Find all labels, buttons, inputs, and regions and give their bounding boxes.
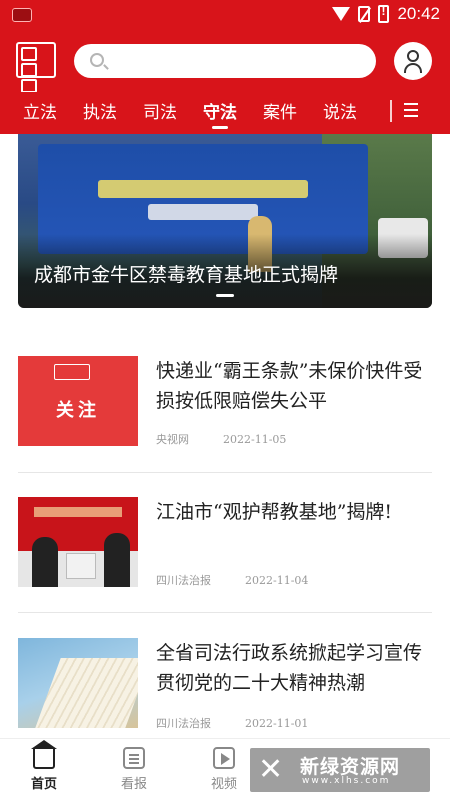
battery-alert-icon — [378, 4, 390, 23]
logo-mark-icon — [54, 364, 90, 380]
news-title[interactable]: 江油市“观护帮教基地”揭牌! — [156, 497, 432, 527]
tab-sifa[interactable]: 司法 — [138, 98, 182, 126]
status-bar: 20:42 — [0, 0, 450, 32]
watermark-logo-icon: ✕ — [258, 752, 284, 787]
app-notification-icon — [12, 8, 32, 22]
menu-icon[interactable] — [404, 103, 420, 119]
nav-newspaper[interactable]: 看报 — [104, 745, 164, 792]
news-meta: 四川法治报 2022-11-04 — [156, 572, 308, 588]
tab-zhifa[interactable]: 执法 — [78, 98, 122, 126]
news-thumbnail — [18, 497, 138, 587]
banner-carousel[interactable]: 成都市金牛区禁毒教育基地正式揭牌 — [18, 134, 432, 308]
nav-video-label: 视频 — [210, 777, 237, 792]
news-date: 2022-11-01 — [245, 717, 309, 730]
watermark-url: www.xlhs.com — [302, 776, 391, 786]
banner-caption: 成都市金牛区禁毒教育基地正式揭牌 — [34, 264, 339, 286]
news-meta: 央视网 2022-11-05 — [156, 431, 286, 447]
divider — [18, 612, 432, 613]
divider — [18, 472, 432, 473]
news-source: 四川法治报 — [156, 717, 211, 730]
nav-video[interactable]: 视频 — [194, 745, 254, 792]
tab-anjian[interactable]: 案件 — [258, 98, 302, 126]
news-item[interactable]: 关注 快递业“霸王条款”未保价快件受损按低限赔偿失公平 央视网 2022-11-0… — [18, 356, 432, 452]
wifi-icon — [332, 7, 351, 21]
app-header — [0, 32, 450, 109]
news-thumbnail — [18, 638, 138, 728]
news-item[interactable]: 全省司法行政系统掀起学习宣传贯彻党的二十大精神热潮 四川法治报 2022-11-0… — [18, 638, 432, 730]
status-time: 20:42 — [397, 4, 440, 23]
search-bar[interactable] — [74, 44, 376, 78]
news-source: 央视网 — [156, 433, 189, 446]
tab-shuofa[interactable]: 说法 — [318, 98, 362, 126]
user-icon — [407, 50, 419, 62]
carousel-indicator — [216, 294, 234, 297]
watermark: ✕ 新绿资源网 www.xlhs.com — [250, 748, 430, 792]
nav-newspaper-label: 看报 — [120, 777, 147, 792]
category-tabs: 立法 执法 司法 守法 案件 说法 — [0, 92, 450, 134]
news-date: 2022-11-05 — [223, 433, 287, 446]
news-date: 2022-11-04 — [245, 574, 309, 587]
no-sim-icon — [358, 6, 371, 22]
news-title[interactable]: 快递业“霸王条款”未保价快件受损按低限赔偿失公平 — [156, 356, 432, 416]
news-meta: 四川法治报 2022-11-01 — [156, 715, 308, 731]
thumbnail-label: 关注 — [56, 400, 100, 421]
newspaper-icon — [123, 747, 145, 769]
tabs-divider — [390, 100, 392, 122]
news-title[interactable]: 全省司法行政系统掀起学习宣传贯彻党的二十大精神热潮 — [156, 638, 432, 698]
search-input[interactable] — [114, 50, 364, 72]
watermark-name: 新绿资源网 — [300, 756, 401, 778]
nav-home-label: 首页 — [30, 777, 57, 792]
status-bar-right: 20:42 — [332, 4, 440, 24]
video-icon — [213, 747, 235, 769]
user-profile-button[interactable] — [394, 42, 432, 80]
nav-home[interactable]: 首页 — [14, 740, 74, 792]
app-logo-icon[interactable] — [16, 42, 56, 109]
home-icon — [31, 740, 57, 769]
news-thumbnail: 关注 — [18, 356, 138, 446]
search-icon — [90, 53, 104, 67]
news-item[interactable]: 江油市“观护帮教基地”揭牌! 四川法治报 2022-11-04 — [18, 497, 432, 589]
tab-lifa[interactable]: 立法 — [18, 98, 62, 126]
news-source: 四川法治报 — [156, 574, 211, 587]
tab-shoufa[interactable]: 守法 — [198, 98, 242, 129]
